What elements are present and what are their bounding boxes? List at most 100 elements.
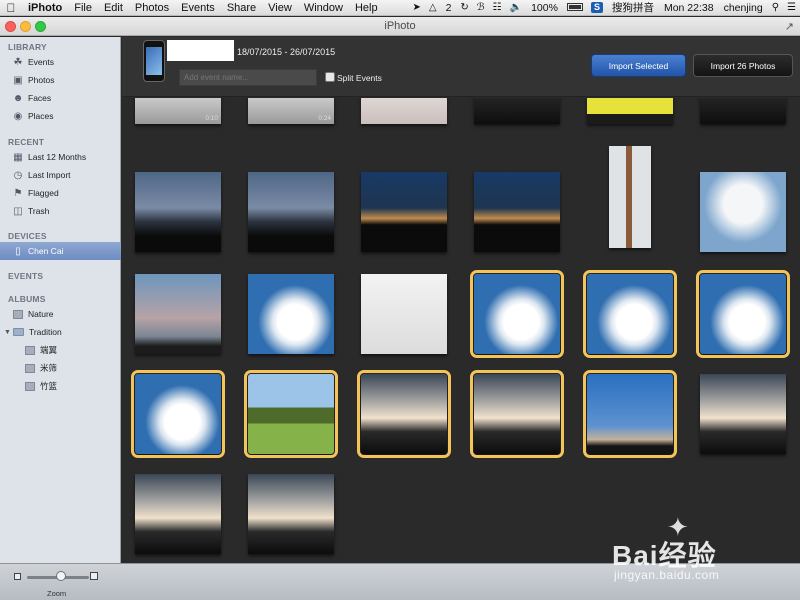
menu-edit[interactable]: Edit (98, 2, 129, 14)
photo-thumbnail[interactable] (361, 172, 447, 252)
photo-thumbnail[interactable] (696, 270, 790, 358)
input-method[interactable]: 搜狗拼音 (607, 0, 659, 15)
menu-app-name[interactable]: iPhoto (22, 2, 68, 14)
photo-thumbnail[interactable] (135, 172, 221, 252)
fullscreen-icon[interactable]: ↗ (785, 20, 794, 33)
battery-percent: 100% (531, 1, 558, 14)
photo-thumbnail[interactable] (248, 172, 334, 252)
sidebar-item-photos[interactable]: ▣ Photos (0, 71, 121, 89)
sidebar-item-last-import[interactable]: ◷ Last Import (0, 166, 121, 184)
import-selected-button[interactable]: Import Selected (591, 54, 686, 77)
photo-thumbnail[interactable] (244, 370, 338, 458)
menu-help[interactable]: Help (349, 2, 384, 14)
user-name[interactable]: chenjing (719, 2, 768, 14)
spotlight-search-icon[interactable]: ⚲ (768, 2, 783, 13)
clock[interactable]: Mon 22:38 (659, 2, 719, 14)
sidebar-item-album-child[interactable]: 竹篮 (0, 377, 121, 395)
photo-thumbnail[interactable] (700, 172, 786, 252)
bluetooth-icon[interactable]: ℬ (473, 2, 489, 13)
events-heading[interactable]: EVENTS (0, 271, 43, 281)
photo-thumbnail[interactable] (135, 274, 221, 354)
iphone-icon: ▯ (15, 245, 21, 257)
sidebar-item-places[interactable]: ◉ Places (0, 107, 121, 125)
date-range: 18/07/2015 - 26/07/2015 (237, 47, 336, 57)
photo-thumbnail[interactable] (583, 270, 677, 358)
zoom-label: Zoom (47, 589, 67, 598)
notification-center-icon[interactable]: ☰ (783, 2, 800, 13)
photo-thumbnail[interactable] (357, 370, 451, 458)
sidebar-item-faces[interactable]: ☻ Faces (0, 89, 121, 107)
menu-window[interactable]: Window (298, 2, 349, 14)
iphone-device-icon (143, 40, 165, 82)
split-events-label: Split Events (337, 73, 382, 83)
flag-icon: ⚑ (13, 187, 23, 199)
photo-thumbnail[interactable] (248, 274, 334, 354)
photo-thumbnail[interactable] (470, 270, 564, 358)
wifi-icon[interactable]: ☷ (489, 2, 506, 13)
device-name-redacted (167, 40, 234, 61)
photos-icon: ▣ (13, 74, 23, 86)
photo-thumbnail[interactable] (700, 98, 786, 124)
photo-thumbnail[interactable] (361, 274, 447, 354)
photo-thumbnail[interactable] (474, 172, 560, 252)
palm-tree-icon: ☘ (13, 56, 23, 68)
window-title: iPhoto (384, 20, 416, 32)
clock-icon: ◷ (13, 169, 23, 181)
photo-thumbnail[interactable] (248, 474, 334, 554)
sidebar-item-trash[interactable]: ◫ Trash (0, 202, 121, 220)
time-machine-icon[interactable]: ↻ (456, 2, 472, 13)
photo-thumbnail[interactable] (361, 98, 447, 124)
event-name-input[interactable] (179, 69, 317, 86)
menu-photos[interactable]: Photos (129, 2, 175, 14)
import-all-button[interactable]: Import 26 Photos (693, 54, 793, 77)
photo-thumbnail[interactable] (609, 146, 651, 248)
menu-events[interactable]: Events (175, 2, 221, 14)
sidebar-item-album-child[interactable]: 端翼 (0, 341, 121, 359)
zoom-in-icon[interactable] (90, 572, 98, 580)
source-list: LIBRARY ☘ Events ▣ Photos ☻ Faces ◉ Places R… (0, 37, 121, 563)
calendar-icon: ▦ (13, 151, 23, 163)
sidebar-item-events[interactable]: ☘ Events (0, 53, 121, 71)
album-icon (24, 344, 36, 356)
sogou-icon[interactable]: S (587, 1, 607, 13)
split-events-checkbox[interactable] (325, 72, 335, 82)
photo-thumbnail[interactable] (474, 98, 560, 124)
watermark-url: jingyan.baidu.com (614, 568, 720, 582)
photo-thumbnail[interactable] (583, 370, 677, 458)
adobe-icon[interactable]: △ (425, 2, 441, 13)
sidebar-item-album-child[interactable]: 米筛 (0, 359, 121, 377)
disclosure-triangle-icon[interactable]: ▼ (4, 329, 11, 336)
sidebar-item-device[interactable]: ▯ Chen Cai (0, 242, 121, 260)
sidebar-item-last-12-months[interactable]: ▦ Last 12 Months (0, 148, 121, 166)
menu-bar:  iPhoto File Edit Photos Events Share V… (0, 0, 800, 16)
trash-icon: ◫ (13, 205, 23, 217)
photo-thumbnail[interactable] (470, 370, 564, 458)
zoom-slider-knob[interactable] (56, 571, 66, 581)
import-header: 18/07/2015 - 26/07/2015 Split Events Imp… (122, 37, 800, 97)
album-icon (24, 380, 36, 392)
apple-menu-icon[interactable]:  (0, 1, 22, 15)
recent-heading: RECENT (8, 137, 45, 147)
location-arrow-icon[interactable]: ➤ (408, 2, 424, 13)
menu-file[interactable]: File (68, 2, 98, 14)
menu-share[interactable]: Share (221, 2, 262, 14)
battery-icon[interactable] (563, 2, 587, 13)
baidu-jingyan-watermark: ✦ Bai经验 jingyan.baidu.com (612, 512, 796, 584)
photo-thumbnail[interactable] (135, 474, 221, 554)
photo-thumbnail[interactable] (700, 374, 786, 454)
sidebar-item-flagged[interactable]: ⚑ Flagged (0, 184, 121, 202)
photo-thumbnail[interactable]: 0:10 (135, 98, 221, 124)
volume-icon[interactable]: 🔈 (506, 2, 526, 13)
album-icon (12, 308, 24, 320)
folder-icon (13, 326, 25, 338)
video-duration-badge: 0:24 (318, 115, 331, 122)
menu-view[interactable]: View (262, 2, 298, 14)
status-count: 2 (445, 1, 452, 14)
photo-thumbnail[interactable] (131, 370, 225, 458)
sidebar-item-folder-tradition[interactable]: ▼ Tradition (0, 323, 121, 341)
photo-thumbnail[interactable]: 0:24 (248, 98, 334, 124)
zoom-out-icon[interactable] (14, 573, 21, 580)
faces-icon: ☻ (12, 92, 24, 104)
photo-thumbnail[interactable] (587, 98, 673, 124)
sidebar-item-album-nature[interactable]: Nature (0, 305, 121, 323)
